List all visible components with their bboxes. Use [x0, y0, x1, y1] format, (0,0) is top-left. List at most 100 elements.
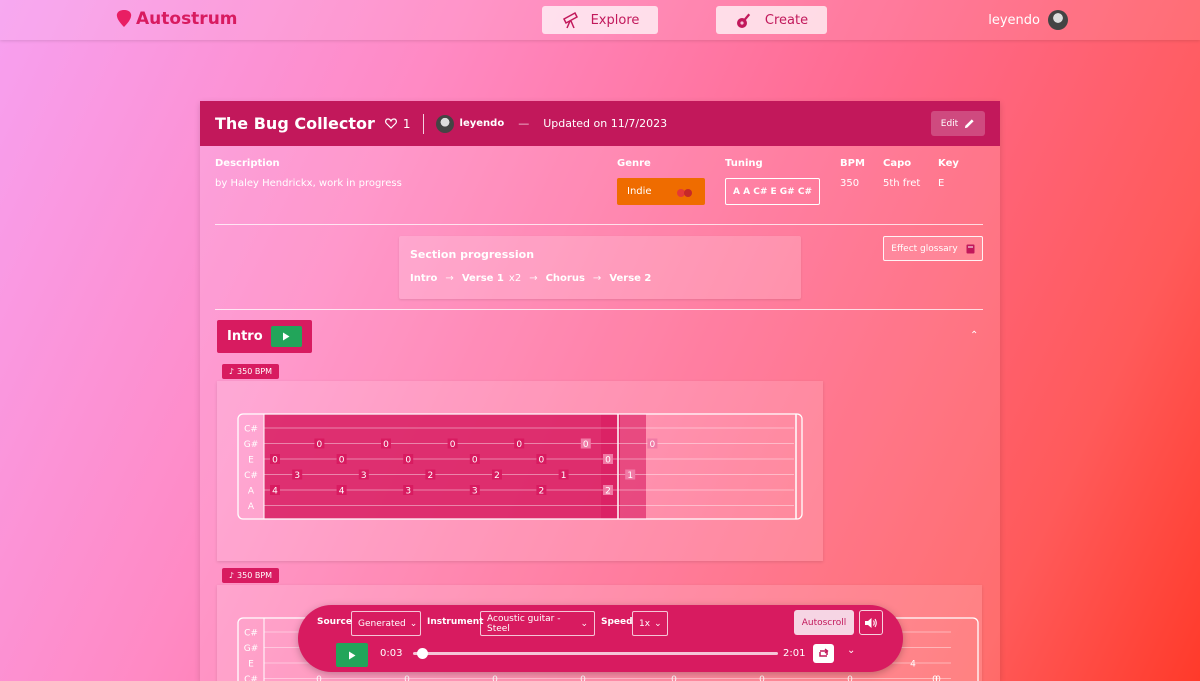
chevron-down-icon: ⌄ [580, 618, 588, 629]
string-label: A [248, 502, 255, 512]
fret-number: 4 [339, 486, 345, 496]
fret-number: 0 [339, 455, 345, 465]
chevron-down-icon: ⌄ [409, 618, 418, 629]
progression-item[interactable]: Chorus [546, 273, 585, 284]
section-title: Intro [227, 329, 263, 344]
guitar-pick-icon [116, 10, 132, 27]
arrow-right-icon: → [445, 273, 454, 284]
music-note-icon: ♪ [228, 367, 235, 376]
fret-number: 2 [605, 486, 611, 496]
song-title: The Bug Collector [215, 114, 375, 133]
source-select[interactable]: Generated ⌄ [351, 611, 421, 636]
fret-number: 1 [627, 471, 633, 481]
autoscroll-button[interactable]: Autoscroll [794, 610, 854, 635]
fret-number: 0 [405, 455, 411, 465]
string-label: C# [244, 675, 258, 681]
instrument-select[interactable]: Acoustic guitar - Steel ⌄ [480, 611, 595, 636]
bpm-block: BPM 350 [840, 158, 865, 189]
description-block: Description by Haley Hendrickx, work in … [215, 158, 402, 189]
fret-number: 0 [450, 440, 456, 450]
progress-thumb[interactable] [416, 648, 428, 659]
source-label: Source [317, 617, 352, 627]
avatar [1048, 10, 1068, 30]
owner-avatar [435, 114, 454, 133]
instrument-label: Instrument [427, 617, 484, 627]
tab-playhead-region [601, 414, 646, 519]
fret-number: 0 [316, 675, 322, 681]
section-play-button[interactable] [270, 326, 302, 347]
bpm-badge: ♪ 350 BPM [222, 568, 279, 583]
capo-block: Capo 5th fret [883, 158, 921, 189]
like-count: 1 [402, 116, 411, 131]
loop-icon [819, 648, 829, 657]
music-note-icon: ♪ [228, 571, 235, 580]
arrow-right-icon: → [592, 273, 602, 284]
top-nav: Autostrum Explore Create leyendo [0, 0, 1200, 40]
fret-number: 0 [272, 455, 278, 465]
string-label: C# [244, 425, 258, 435]
repeat-count: x2 [508, 273, 522, 284]
chevron-up-icon[interactable]: ⌃ [970, 330, 978, 341]
section-progression-list: Intro → Verse 1 x2 → Chorus → Verse 2 [410, 273, 790, 284]
string-label: C# [244, 629, 258, 639]
telescope-icon [562, 11, 578, 29]
volume-button[interactable] [859, 610, 883, 635]
brand-name: Autostrum [136, 9, 238, 29]
section-progression-title: Section progression [410, 248, 535, 261]
speed-select[interactable]: 1x ⌄ [632, 611, 668, 636]
key-value: E [938, 178, 945, 189]
fret-number: 0 [492, 675, 498, 681]
create-button[interactable]: Create [716, 6, 827, 34]
fret-number: 0 [472, 455, 478, 465]
section-progression: Section progression Intro → Verse 1 x2 → Chor… [399, 236, 801, 299]
capo-value: 5th fret [883, 178, 921, 189]
username: leyendo [988, 12, 1040, 28]
fret-number: 3 [361, 471, 367, 481]
song-header: The Bug Collector 1 leyendo — Updated on… [200, 101, 1000, 146]
fret-number: 3 [405, 486, 411, 496]
loop-button[interactable] [813, 644, 834, 663]
effect-glossary-button[interactable]: Effect glossary [883, 236, 983, 261]
chevron-down-icon: ⌄ [654, 618, 662, 629]
genre-block: Genre Indie [617, 158, 705, 205]
fret-number: 0 [317, 440, 323, 450]
section-intro-header[interactable]: Intro [217, 320, 312, 353]
explore-button[interactable]: Explore [542, 6, 658, 34]
pencil-icon [965, 119, 974, 129]
play-icon [349, 651, 356, 659]
play-button[interactable] [336, 643, 368, 667]
tuning-chip: A A C# E G# C# [725, 178, 820, 205]
fret-number: 0 [404, 675, 410, 681]
chevron-down-icon[interactable]: ⌄ [847, 645, 855, 656]
fret-number: 4 [910, 659, 916, 669]
fret-number: 0 [383, 440, 389, 450]
progression-item[interactable]: Intro [410, 273, 437, 284]
audio-player: Source Generated ⌄ Instrument Acoustic g… [298, 605, 903, 672]
fret-number: 0 [932, 675, 938, 681]
key-block: Key E [938, 158, 959, 189]
like-button[interactable]: 1 [384, 116, 411, 131]
fret-number: 0 [759, 675, 765, 681]
bpm-badge: ♪ 350 BPM [222, 364, 279, 379]
divider [215, 224, 983, 225]
user-menu[interactable]: leyendo [988, 10, 1068, 30]
genre-chip: Indie [617, 178, 705, 205]
brand-logo[interactable]: Autostrum [116, 9, 238, 29]
speaker-icon [865, 617, 877, 628]
divider [422, 113, 424, 134]
progression-item[interactable]: Verse 2 [609, 273, 651, 284]
description-text: by Haley Hendrickx, work in progress [215, 178, 402, 189]
progress-track[interactable] [413, 652, 778, 655]
book-icon [966, 244, 975, 253]
tab-measure-highlight [264, 414, 620, 519]
progression-item[interactable]: Verse 1 [462, 273, 504, 284]
arrow-right-icon: → [529, 273, 538, 284]
fret-number: 2 [494, 471, 500, 481]
song-owner[interactable]: leyendo [435, 114, 504, 133]
fret-number: 2 [428, 471, 434, 481]
string-label: A [248, 487, 255, 497]
total-time: 2:01 [783, 648, 806, 659]
edit-button[interactable]: Edit [931, 111, 985, 136]
string-label: E [248, 456, 254, 466]
fret-number: 0 [650, 440, 656, 450]
